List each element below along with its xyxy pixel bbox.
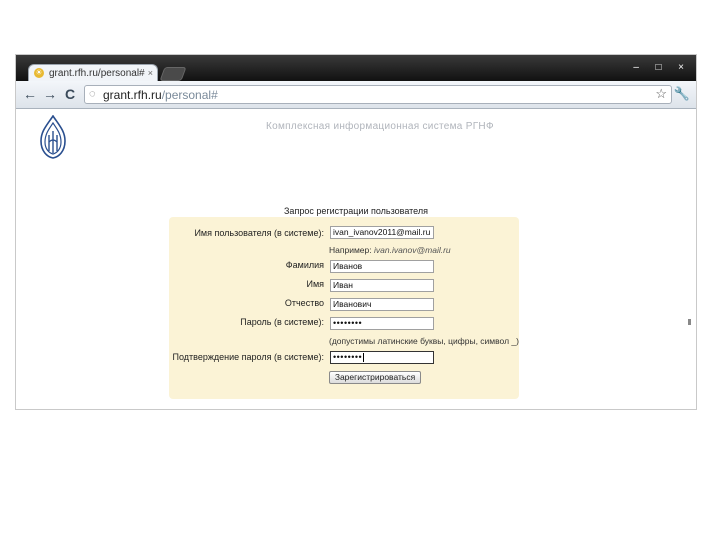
hint-example: ivan.ivanov@mail.ru [373, 245, 451, 255]
scrollbar-grip[interactable] [688, 319, 691, 325]
password-confirm-value: •••••••• [333, 352, 363, 362]
password-input[interactable]: •••••••• [330, 317, 434, 330]
text-caret [363, 353, 365, 363]
minimize-button[interactable]: – [627, 62, 645, 74]
reload-button[interactable]: C [62, 86, 78, 102]
browser-tab[interactable]: ☀ grant.rfh.ru/personal# × [28, 64, 158, 81]
scrollbar[interactable] [686, 109, 694, 409]
username-label: Имя пользователя (в системе): [194, 228, 324, 238]
url-host: grant.rfh.ru [103, 88, 162, 102]
browser-toolbar: ← → C ◌ grant.rfh.ru/personal# ☆ 🔧 [16, 81, 696, 109]
back-button[interactable]: ← [22, 86, 38, 102]
page-content: Комплексная информационная система РГНФ … [16, 109, 696, 409]
register-button[interactable]: Зарегистрироваться [329, 371, 421, 384]
new-tab-button[interactable] [159, 67, 187, 81]
rgnf-logo-icon [40, 115, 66, 159]
favicon-icon: ☀ [34, 68, 44, 78]
username-input[interactable]: ivan_ivanov2011@mail.ru [330, 226, 434, 239]
browser-window: ☀ grant.rfh.ru/personal# × – □ × ← → C ◌… [15, 54, 697, 410]
password-confirm-input[interactable]: •••••••• [330, 351, 434, 364]
close-window-button[interactable]: × [672, 62, 690, 74]
address-bar[interactable]: ◌ grant.rfh.ru/personal# ☆ [84, 85, 672, 104]
url-text: grant.rfh.ru/personal# [103, 88, 218, 102]
site-title: Комплексная информационная система РГНФ [266, 121, 494, 132]
maximize-button[interactable]: □ [650, 62, 668, 74]
patronymic-label: Отчество [284, 298, 324, 308]
bookmark-star-icon[interactable]: ☆ [655, 86, 667, 102]
form-title: Запрос регистрации пользователя [284, 206, 428, 216]
surname-label: Фамилия [285, 260, 324, 270]
username-hint: Например: ivan.ivanov@mail.ru [329, 245, 451, 255]
forward-button[interactable]: → [42, 86, 58, 102]
password-label: Пароль (в системе): [240, 317, 324, 327]
surname-input[interactable]: Иванов [330, 260, 434, 273]
name-label: Имя [306, 279, 324, 289]
tab-title: grant.rfh.ru/personal# [49, 68, 145, 79]
page-icon: ◌ [89, 88, 96, 100]
window-controls: – □ × [627, 57, 690, 75]
wrench-menu-icon[interactable]: 🔧 [674, 86, 690, 102]
url-path: /personal# [161, 88, 218, 102]
tab-close-icon[interactable]: × [148, 65, 153, 82]
hint-prefix: Например: [329, 245, 372, 255]
name-input[interactable]: Иван [330, 279, 434, 292]
password-confirm-label: Подтверждение пароля (в системе): [172, 352, 324, 362]
password-hint: (допустимы латинские буквы, цифры, симво… [329, 336, 519, 346]
patronymic-input[interactable]: Иванович [330, 298, 434, 311]
tab-strip: ☀ grant.rfh.ru/personal# × – □ × [16, 55, 696, 81]
